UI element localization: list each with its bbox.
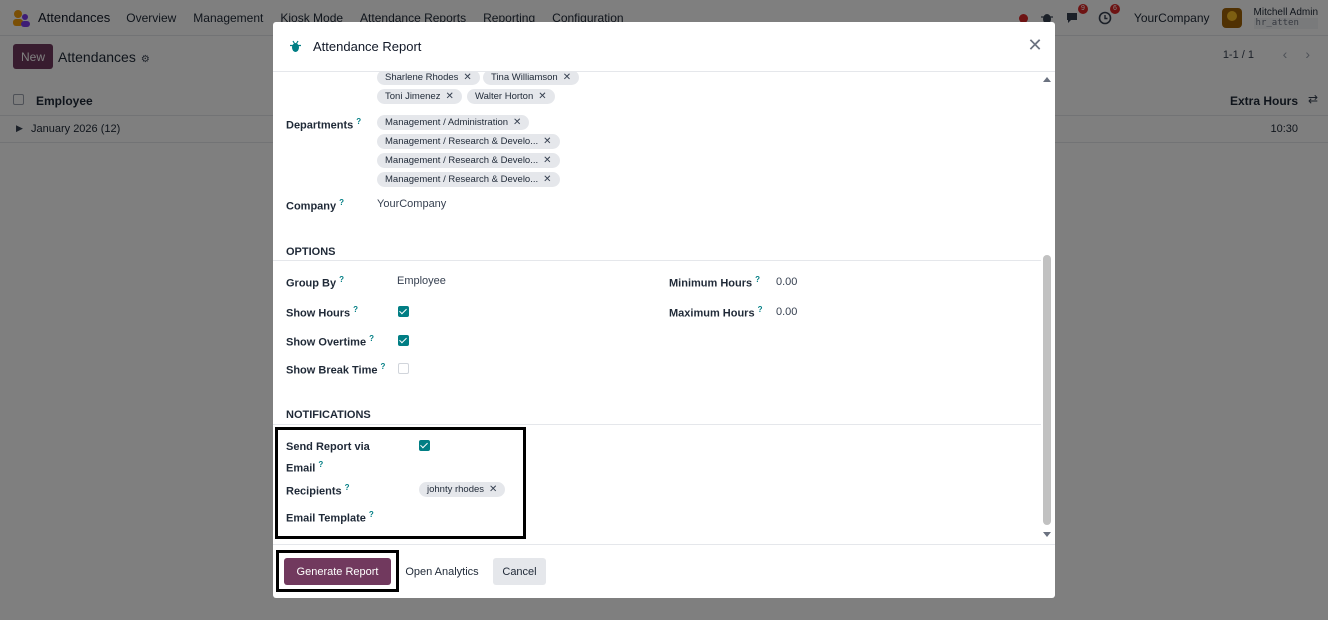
departments-label: Departments? (286, 117, 362, 132)
cancel-button[interactable]: Cancel (493, 558, 546, 585)
remove-tag-icon[interactable]: ✕ (543, 155, 551, 166)
group-by-select[interactable]: Employee (397, 275, 446, 287)
department-tag[interactable]: Management / Research & Develo... ✕ (377, 134, 560, 149)
maximum-hours-input[interactable]: 0.00 (776, 306, 797, 318)
help-icon[interactable]: ? (318, 460, 323, 469)
help-icon[interactable]: ? (369, 334, 374, 343)
recipients-label: Recipients? (286, 483, 350, 498)
show-hours-label: Show Hours? (286, 305, 359, 320)
open-analytics-button[interactable]: Open Analytics (397, 558, 487, 585)
company-label: Company? (286, 198, 345, 213)
help-icon[interactable]: ? (381, 362, 386, 371)
send-report-checkbox[interactable] (419, 440, 430, 451)
section-divider (273, 424, 1041, 425)
department-tag[interactable]: Management / Administration ✕ (377, 115, 530, 130)
email-template-label: Email Template? (286, 510, 374, 525)
remove-tag-icon[interactable]: ✕ (489, 484, 497, 495)
bug-icon (289, 40, 302, 53)
employee-tag[interactable]: Walter Horton ✕ (467, 89, 555, 104)
help-icon[interactable]: ? (353, 305, 358, 314)
department-tag[interactable]: Management / Research & Develo... ✕ (377, 172, 560, 187)
scroll-up-arrow-icon[interactable] (1043, 77, 1051, 82)
group-by-label: Group By? (286, 275, 345, 290)
minimum-hours-input[interactable]: 0.00 (776, 276, 797, 288)
scrollbar-thumb[interactable] (1043, 255, 1051, 525)
remove-tag-icon[interactable]: ✕ (538, 91, 546, 102)
scroll-down-arrow-icon[interactable] (1043, 532, 1051, 537)
remove-tag-icon[interactable]: ✕ (543, 174, 551, 185)
remove-tag-icon[interactable]: ✕ (463, 72, 471, 83)
maximum-hours-label: Maximum Hours? (669, 305, 763, 320)
help-icon[interactable]: ? (345, 483, 350, 492)
section-divider (273, 260, 1041, 261)
help-icon[interactable]: ? (356, 117, 361, 126)
dialog-footer: Generate Report Open Analytics Cancel (273, 544, 1055, 598)
show-overtime-checkbox[interactable] (398, 335, 409, 346)
dialog-body[interactable]: Sharlene Rhodes ✕ Tina Williamson ✕ Toni J… (273, 72, 1055, 544)
remove-tag-icon[interactable]: ✕ (563, 72, 571, 83)
options-section-title: OPTIONS (286, 246, 336, 258)
remove-tag-icon[interactable]: ✕ (543, 136, 551, 147)
recipient-tag[interactable]: johnty rhodes ✕ (419, 482, 506, 497)
generate-report-button[interactable]: Generate Report (284, 558, 391, 585)
show-break-time-checkbox[interactable] (398, 363, 409, 374)
help-icon[interactable]: ? (339, 275, 344, 284)
show-break-time-label: Show Break Time? (286, 362, 386, 377)
show-overtime-label: Show Overtime? (286, 334, 374, 349)
employee-tag[interactable]: Sharlene Rhodes ✕ (377, 72, 480, 85)
help-icon[interactable]: ? (339, 198, 344, 207)
help-icon[interactable]: ? (755, 275, 760, 284)
company-field[interactable]: YourCompany (377, 198, 446, 210)
close-icon[interactable]: ✕ (1027, 36, 1043, 54)
department-tag[interactable]: Management / Research & Develo... ✕ (377, 153, 560, 168)
employee-tag[interactable]: Toni Jimenez ✕ (377, 89, 462, 104)
help-icon[interactable]: ? (758, 305, 763, 314)
remove-tag-icon[interactable]: ✕ (513, 117, 521, 128)
remove-tag-icon[interactable]: ✕ (445, 91, 453, 102)
dialog-title: Attendance Report (313, 39, 422, 54)
show-hours-checkbox[interactable] (398, 306, 409, 317)
notifications-section-title: NOTIFICATIONS (286, 409, 371, 421)
attendance-report-dialog: Attendance Report ✕ Sharlene Rhodes ✕ Tin… (273, 22, 1055, 598)
help-icon[interactable]: ? (369, 510, 374, 519)
send-report-label: Send Report via Email? (286, 441, 370, 475)
dialog-scrollbar[interactable] (1041, 72, 1053, 544)
employee-tag[interactable]: Tina Williamson ✕ (483, 72, 580, 85)
dialog-header: Attendance Report ✕ (273, 22, 1055, 72)
minimum-hours-label: Minimum Hours? (669, 275, 761, 290)
